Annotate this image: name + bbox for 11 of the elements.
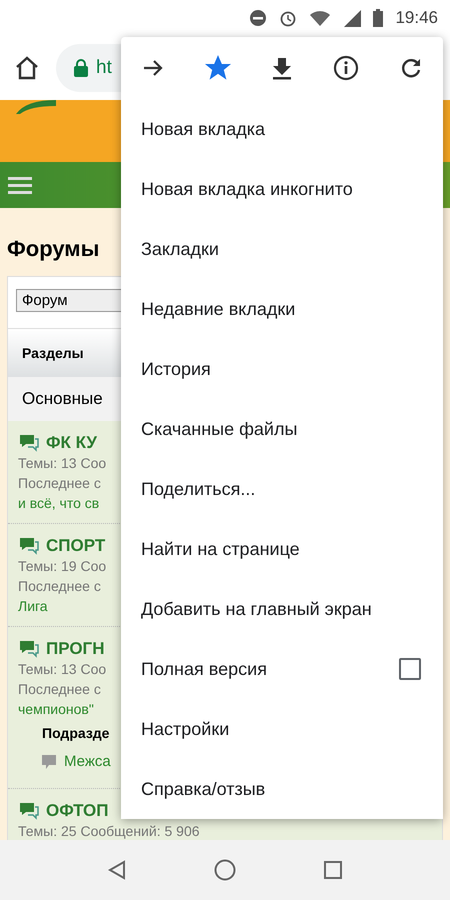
forum-stats: Темы: 13 Соо	[18, 454, 106, 473]
forum-stats: Темы: 25 Сообщений: 5 906	[18, 822, 200, 841]
page-heading: Форумы	[7, 235, 100, 263]
url-text: ht	[96, 57, 112, 79]
last-post-label: Последнее с	[18, 680, 101, 699]
forum-stats: Темы: 19 Соо	[18, 557, 106, 576]
clock-time: 19:46	[395, 8, 438, 28]
last-post-label: Последнее с	[18, 474, 101, 493]
forum-stats: Темы: 13 Соо	[18, 660, 106, 679]
last-post-label: Последнее с	[18, 577, 101, 596]
subforums-label: Подразде	[42, 725, 110, 741]
